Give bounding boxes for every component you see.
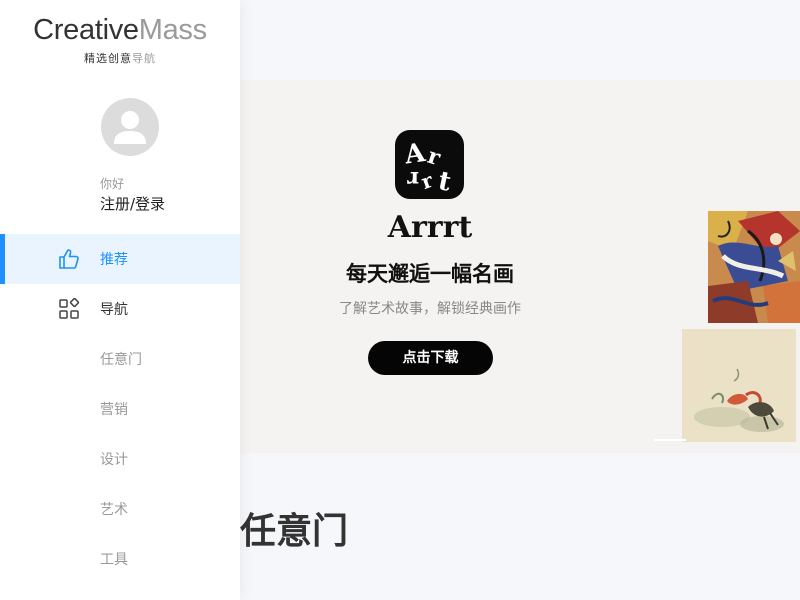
svg-text:A: A xyxy=(402,138,428,171)
logo-word-mass: Mass xyxy=(138,14,207,46)
download-button[interactable]: 点击下载 xyxy=(368,341,493,375)
app-name: Arrrt xyxy=(387,210,473,245)
sidebar-item-marketing[interactable]: 营销 xyxy=(0,384,240,434)
sidebar-item-label: 工具 xyxy=(100,552,128,568)
avatar[interactable] xyxy=(101,98,159,156)
app-icon: A r r r t xyxy=(395,130,464,199)
sidebar-item-art[interactable]: 艺术 xyxy=(0,484,240,534)
sidebar: CreativeMass 精选创意导航 你好 注册/登录 推荐 导航 任意门 营… xyxy=(0,0,240,600)
greeting-text: 你好 xyxy=(100,177,125,191)
painting-ink-image xyxy=(682,329,796,442)
banner-subtitle: 了解艺术故事，解锁经典画作 xyxy=(339,301,521,317)
sidebar-item-tools[interactable]: 工具 xyxy=(0,534,240,584)
ink-painting-icon xyxy=(682,329,796,442)
sidebar-item-recommend[interactable]: 推荐 xyxy=(0,234,240,284)
promo-banner[interactable]: A r r r t Arrrt 每天邂逅一幅名画 了解艺术故事，解锁经典画作 点… xyxy=(240,80,800,453)
logo-tagline: 精选创意导航 xyxy=(0,50,240,66)
sidebar-item-label: 任意门 xyxy=(100,352,142,368)
sidebar-item-label: 营销 xyxy=(100,402,128,418)
section-title: 任意门 xyxy=(240,511,349,552)
svg-text:r: r xyxy=(418,168,437,194)
sidebar-item-label: 艺术 xyxy=(100,502,128,518)
logo[interactable]: CreativeMass 精选创意导航 xyxy=(0,12,240,66)
abstract-painting-icon xyxy=(708,211,800,323)
sidebar-item-label: 导航 xyxy=(100,302,128,318)
sidebar-item-design[interactable]: 设计 xyxy=(0,434,240,484)
user-avatar-icon xyxy=(114,111,146,144)
sidebar-item-label: 设计 xyxy=(100,452,128,468)
svg-text:r: r xyxy=(407,166,419,192)
svg-text:t: t xyxy=(436,166,454,198)
grid-icon xyxy=(59,298,80,319)
painting-abstract-image xyxy=(708,211,800,323)
carousel-indicator[interactable] xyxy=(654,439,686,441)
sidebar-item-navigation[interactable]: 导航 xyxy=(0,284,240,334)
sidebar-item-portal[interactable]: 任意门 xyxy=(0,334,240,384)
banner-headline: 每天邂逅一幅名画 xyxy=(346,262,514,286)
logo-wordmark: CreativeMass xyxy=(0,12,240,48)
logo-tagline-main: 精选创意 xyxy=(84,52,132,65)
arrrt-logo-icon: A r r r t xyxy=(402,138,454,198)
sidebar-item-label: 推荐 xyxy=(100,252,128,268)
logo-word-creative: Creative xyxy=(33,14,139,46)
thumbs-up-icon xyxy=(59,249,79,269)
login-link[interactable]: 注册/登录 xyxy=(100,193,165,214)
logo-tagline-highlight: 导航 xyxy=(132,52,156,65)
